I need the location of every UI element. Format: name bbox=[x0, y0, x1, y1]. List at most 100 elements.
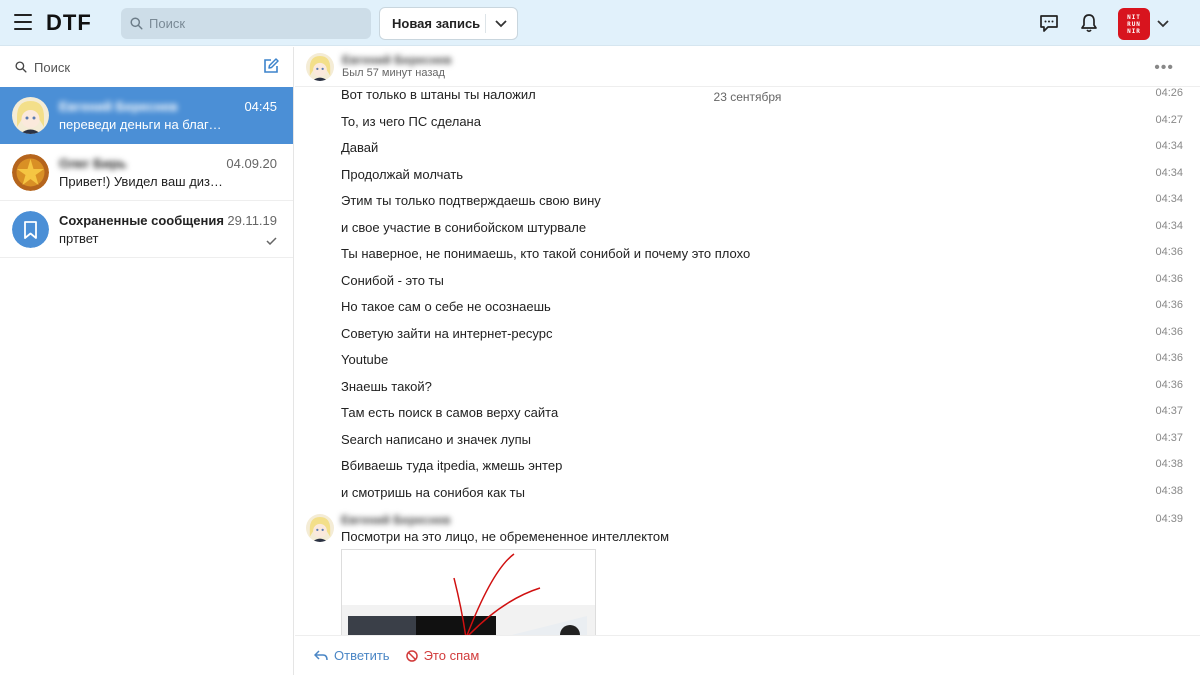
chat-preview: Привет!) Увидел ваш дизлайк bbox=[59, 174, 224, 189]
compose-icon[interactable] bbox=[263, 58, 279, 77]
message-row[interactable]: Вбиваешь туда itpedia, жмешь энтер 04:38 bbox=[341, 458, 1183, 484]
chat-time: 04:45 bbox=[244, 99, 277, 114]
chevron-down-icon[interactable] bbox=[1157, 16, 1169, 31]
message-time: 04:36 bbox=[1155, 246, 1183, 258]
bookmark-icon bbox=[12, 211, 49, 248]
message-time: 04:36 bbox=[1155, 378, 1183, 391]
sidebar-search-label[interactable]: Поиск bbox=[34, 60, 70, 75]
avatar-text-line: RUN bbox=[1127, 20, 1141, 28]
message-time: 04:34 bbox=[1155, 140, 1183, 152]
message-time: 04:37 bbox=[1155, 431, 1183, 444]
message-text: Youtube bbox=[341, 352, 389, 367]
message-row[interactable]: Продолжай молчать 04:34 bbox=[341, 167, 1183, 193]
message-time: 04:38 bbox=[1155, 458, 1183, 470]
message-row[interactable]: Youtube 04:36 bbox=[341, 352, 1183, 378]
header-search[interactable] bbox=[121, 8, 371, 39]
checkmark-icon bbox=[266, 233, 277, 248]
message-time: 04:34 bbox=[1155, 219, 1183, 232]
chat-item[interactable]: Олег Бирь 04.09.20 Привет!) Увидел ваш д… bbox=[0, 144, 293, 201]
dtf-logo[interactable]: DTF bbox=[46, 10, 92, 36]
message-text: Посмотри на это лицо, не обремененное ин… bbox=[341, 529, 670, 544]
more-options-icon[interactable]: ••• bbox=[1154, 59, 1174, 77]
avatar bbox=[12, 154, 49, 191]
message-row[interactable]: и свое участие в сонибойском штурвале 04:… bbox=[341, 220, 1183, 246]
avatar-text-line: NIR bbox=[1127, 27, 1141, 35]
message-text: Вот только в штаны ты наложил bbox=[341, 87, 536, 102]
message-time: 04:34 bbox=[1155, 166, 1183, 179]
search-icon bbox=[130, 17, 143, 30]
reply-icon bbox=[314, 650, 328, 661]
message-time: 04:26 bbox=[1155, 87, 1183, 99]
message-text: и смотришь на сонибоя как ты bbox=[341, 484, 525, 500]
menu-icon[interactable] bbox=[14, 14, 32, 30]
message-time: 04:37 bbox=[1155, 405, 1183, 417]
conversation-panel: Евгений Береснев Был 57 минут назад ••• … bbox=[295, 47, 1200, 675]
message-row[interactable]: Советую зайти на интернет-ресурс 04:36 bbox=[341, 326, 1183, 352]
message-text: Этим ты только подтверждаешь свою вину bbox=[341, 193, 601, 208]
message-row[interactable]: Там есть поиск в самов верху сайта 04:37 bbox=[341, 405, 1183, 431]
image-attachment[interactable] bbox=[341, 549, 596, 635]
message-text: Продолжай молчать bbox=[341, 166, 464, 182]
message-time: 04:36 bbox=[1155, 325, 1183, 338]
message-row[interactable]: и смотришь на сонибоя как ты 04:38 bbox=[341, 485, 1183, 511]
message-text: и свое участие в сонибойском штурвале bbox=[341, 219, 587, 235]
chat-name: Евгений Береснев bbox=[59, 99, 178, 114]
messages-icon[interactable] bbox=[1038, 12, 1060, 34]
chat-time: 04.09.20 bbox=[226, 156, 277, 171]
message-time: 04:36 bbox=[1155, 352, 1183, 364]
reply-label[interactable]: Ответить bbox=[334, 648, 390, 663]
message-text: Ты наверное, не понимаешь, кто такой сон… bbox=[341, 246, 751, 261]
message-text: Но такое сам о себе не осознаешь bbox=[341, 299, 551, 314]
message-time: 04:39 bbox=[1155, 513, 1183, 525]
message-row[interactable]: Давай 04:34 bbox=[341, 140, 1183, 166]
search-input[interactable] bbox=[149, 16, 349, 31]
chevron-down-icon[interactable] bbox=[486, 19, 518, 28]
bell-icon[interactable] bbox=[1078, 12, 1100, 34]
chat-preview: пртвет bbox=[59, 231, 99, 246]
chat-name: Сохраненные сообщения bbox=[59, 213, 224, 228]
message-actions: Ответить Это спам bbox=[295, 635, 1200, 675]
message-row[interactable]: Но такое сам о себе не осознаешь 04:36 bbox=[341, 299, 1183, 325]
message-list[interactable]: 23 сентября Вот только в штаны ты наложи… bbox=[295, 87, 1200, 635]
message-row[interactable]: То, из чего ПС сделана 04:27 bbox=[341, 114, 1183, 140]
conversation-header: Евгений Береснев Был 57 минут назад ••• bbox=[295, 47, 1200, 87]
message-row[interactable]: Вот только в штаны ты наложил 04:26 bbox=[341, 87, 1183, 113]
top-header: DTF Новая запись NIT RUN NIR bbox=[0, 0, 1200, 46]
spam-button[interactable]: Это спам bbox=[405, 648, 480, 663]
message-text: Сонибой - это ты bbox=[341, 272, 444, 288]
new-post-label[interactable]: Новая запись bbox=[380, 16, 485, 31]
reply-button[interactable]: Ответить bbox=[314, 648, 390, 663]
message-row[interactable]: Search написано и значек лупы 04:37 bbox=[341, 432, 1183, 458]
message-text: Вбиваешь туда itpedia, жмешь энтер bbox=[341, 458, 563, 473]
message-time: 04:38 bbox=[1155, 484, 1183, 497]
chat-time: 29.11.19 bbox=[227, 213, 277, 228]
message-text: Search написано и значек лупы bbox=[341, 431, 531, 447]
message-text: То, из чего ПС сделана bbox=[341, 113, 481, 129]
conversation-name[interactable]: Евгений Береснев bbox=[342, 53, 452, 67]
message-row[interactable]: Этим ты только подтверждаешь свою вину 04… bbox=[341, 193, 1183, 219]
message-time: 04:36 bbox=[1155, 272, 1183, 285]
block-icon bbox=[405, 649, 418, 662]
new-post-button[interactable]: Новая запись bbox=[379, 7, 518, 40]
message-text: Давай bbox=[341, 140, 379, 155]
chat-item-saved[interactable]: Сохраненные сообщения 29.11.19 пртвет bbox=[0, 201, 293, 258]
last-seen-status: Был 57 минут назад bbox=[342, 67, 445, 79]
message-author: Евгений Береснев bbox=[341, 513, 451, 527]
avatar[interactable] bbox=[306, 53, 334, 81]
chat-preview: переведи деньги на благотворительность bbox=[59, 117, 224, 132]
message-time: 04:36 bbox=[1155, 299, 1183, 311]
spam-label[interactable]: Это спам bbox=[424, 648, 480, 663]
avatar bbox=[12, 97, 49, 134]
message-row[interactable]: Ты наверное, не понимаешь, кто такой сон… bbox=[341, 246, 1183, 272]
chat-name: Олег Бирь bbox=[59, 156, 127, 171]
sidebar-search[interactable]: Поиск bbox=[0, 47, 293, 87]
user-avatar[interactable]: NIT RUN NIR bbox=[1118, 8, 1150, 40]
message-time: 04:27 bbox=[1155, 113, 1183, 126]
avatar-text-line: NIT bbox=[1127, 13, 1141, 21]
message-text: Знаешь такой? bbox=[341, 378, 432, 394]
avatar[interactable] bbox=[306, 514, 334, 542]
message-row[interactable]: Сонибой - это ты 04:36 bbox=[341, 273, 1183, 299]
chat-item[interactable]: Евгений Береснев 04:45 переведи деньги н… bbox=[0, 87, 293, 144]
message-text: Советую зайти на интернет-ресурс bbox=[341, 325, 553, 341]
message-row[interactable]: Знаешь такой? 04:36 bbox=[341, 379, 1183, 405]
